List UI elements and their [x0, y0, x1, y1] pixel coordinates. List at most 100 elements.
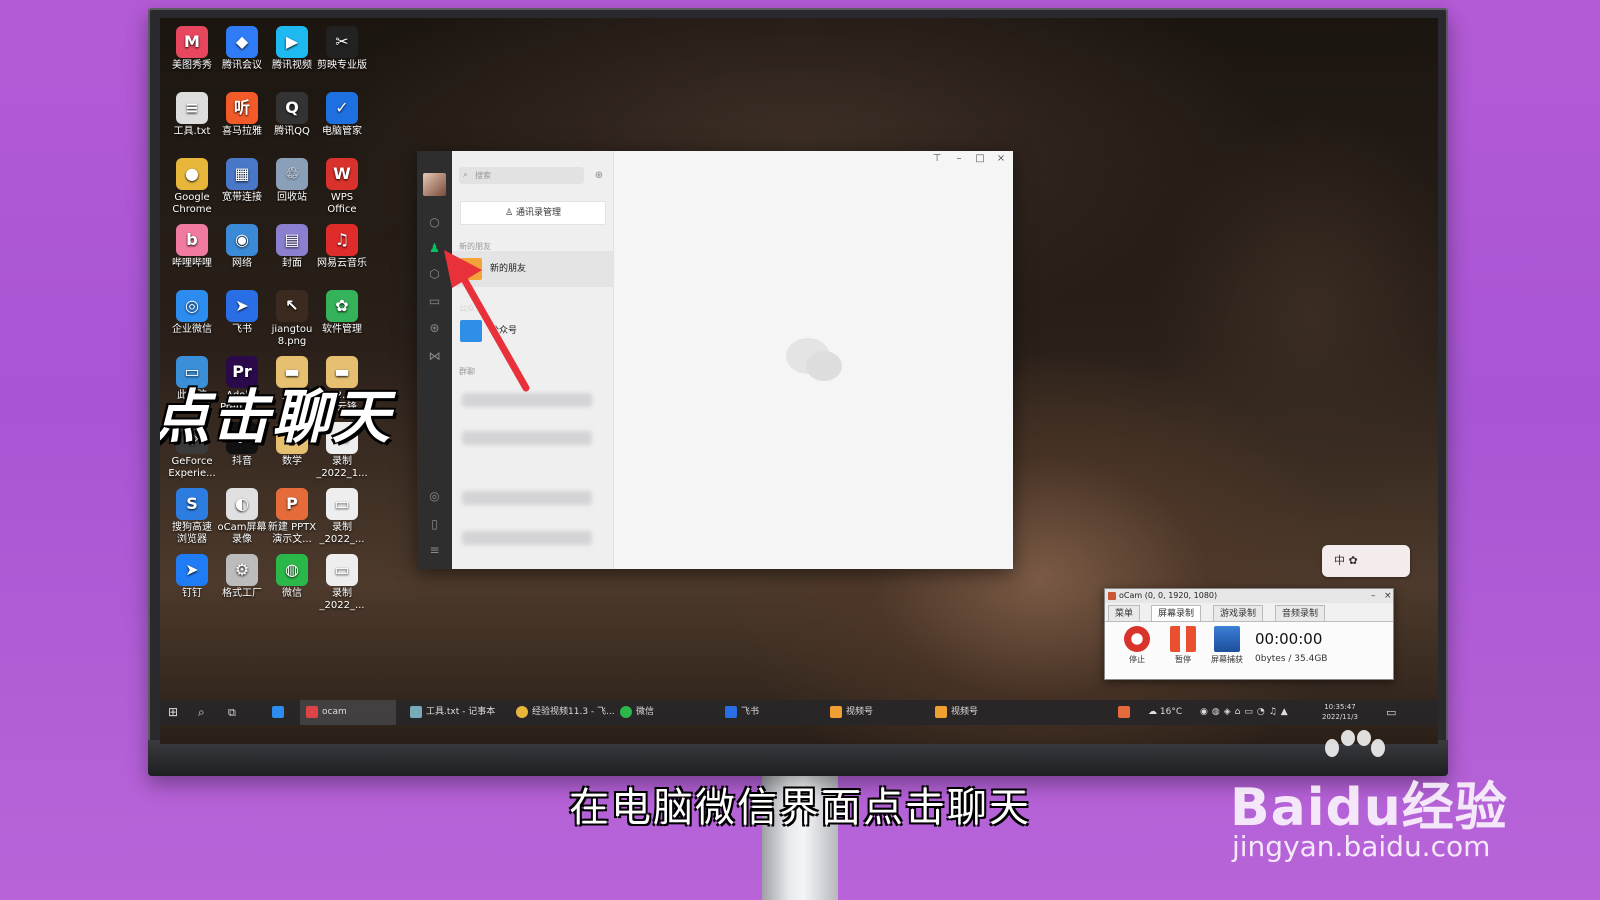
desktop-icon[interactable]: P 新建 PPTX 演示文... — [266, 488, 318, 546]
taskbar: ⊞ ⌕ ⧉ ocam 工具.txt - 记事本 经验视频11.3 - 飞... … — [160, 700, 1438, 725]
desktop-icon[interactable]: Q 腾讯QQ — [266, 92, 318, 138]
close-icon[interactable]: × — [992, 153, 1010, 164]
search-icon[interactable]: ⌕ — [198, 700, 205, 725]
channels-icon — [935, 705, 947, 718]
desktop-icon[interactable]: W WPS Office — [316, 158, 368, 216]
desktop-icon-label: 网易云音乐 — [317, 258, 367, 269]
search-input[interactable]: ⌕ 搜索 — [459, 167, 584, 184]
tab-audio-record[interactable]: 音频录制 — [1275, 605, 1326, 621]
desktop-icon-label: 腾讯QQ — [274, 126, 310, 137]
desktop-icon-label: 微信 — [282, 588, 302, 599]
desktop-icon[interactable]: ➤ 钉钉 — [166, 554, 218, 600]
desktop-icon-label: 回收站 — [277, 192, 307, 203]
desktop-icon[interactable]: b 哔哩哔哩 — [166, 224, 218, 270]
windows-start-icon[interactable]: ⊞ — [168, 700, 178, 725]
desktop-icon[interactable]: ▭ 录制 _2022_... — [316, 488, 368, 546]
desktop-icon[interactable]: ▭ 录制 _2022_... — [316, 554, 368, 612]
pin-icon[interactable]: ⊤ — [928, 153, 946, 164]
record-timer: 00:00:00 — [1255, 630, 1323, 648]
menu-icon[interactable]: ≡ — [427, 543, 442, 558]
app-icon: ▭ — [326, 488, 358, 520]
close-icon[interactable]: × — [1384, 589, 1392, 603]
capture-button[interactable]: 屏幕捕获 — [1207, 626, 1247, 665]
taskbar-item-notepad[interactable]: 工具.txt - 记事本 — [410, 700, 495, 725]
list-item[interactable] — [462, 491, 592, 505]
ocam-floating-badge[interactable]: 中 ✿ — [1322, 545, 1410, 577]
ime-label: 中 — [1334, 554, 1345, 567]
stop-button[interactable]: 停止 — [1117, 626, 1157, 665]
desktop-icon[interactable]: ◎ 企业微信 — [166, 290, 218, 336]
avatar[interactable] — [423, 173, 446, 196]
clock[interactable]: 10:35:47 2022/11/3 — [1322, 700, 1358, 725]
maximize-icon[interactable]: □ — [971, 153, 989, 164]
tray-app-icon[interactable] — [1118, 700, 1134, 725]
desktop-icon[interactable]: ⚙ 格式工厂 — [216, 554, 268, 600]
desktop-icon[interactable]: ≡ 工具.txt — [166, 92, 218, 138]
desktop-icon-label: 封面 — [282, 258, 302, 269]
phone-icon[interactable]: ▯ — [427, 517, 442, 532]
desktop-icon[interactable]: ➤ 飞书 — [216, 290, 268, 336]
desktop-icon[interactable]: ▶ 腾讯视频 — [266, 26, 318, 72]
app-icon: ♫ — [326, 224, 358, 256]
taskbar-label: ocam — [322, 707, 347, 717]
notepad-icon — [410, 705, 422, 718]
taskbar-item-channels[interactable]: 视频号 — [830, 700, 873, 725]
feishu-icon — [725, 705, 737, 718]
contacts-manage-button[interactable]: ♙ 通讯录管理 — [460, 201, 606, 225]
list-item[interactable] — [462, 531, 592, 545]
taskbar-item-ocam[interactable]: ocam — [300, 700, 396, 725]
taskbar-item-feishu[interactable]: 飞书 — [725, 700, 759, 725]
desktop-icon[interactable]: ◐ oCam屏幕 录像 — [216, 488, 268, 546]
app-icon: ▭ — [326, 554, 358, 586]
tab-menu[interactable]: 菜单 — [1108, 605, 1141, 621]
taskbar-item-channels-2[interactable]: 视频号 — [935, 700, 978, 725]
desktop-icon-label: 抖音 — [232, 456, 252, 467]
app-icon: ✿ — [326, 290, 358, 322]
desktop-icon[interactable]: ◆ 腾讯会议 — [216, 26, 268, 72]
desktop-icon[interactable]: ◍ 微信 — [266, 554, 318, 600]
clock-time: 10:35:47 — [1324, 703, 1356, 711]
desktop-icon[interactable]: S 搜狗高速 浏览器 — [166, 488, 218, 546]
desktop-icon[interactable]: M 美图秀秀 — [166, 26, 218, 72]
taskbar-item-chrome[interactable]: 经验视频11.3 - 飞... — [516, 700, 615, 725]
app-icon: ➤ — [226, 290, 258, 322]
ocam-titlebar: oCam (0, 0, 1920, 1080) – × — [1105, 589, 1393, 603]
desktop-icon-label: 电脑管家 — [322, 126, 362, 137]
taskbar-item-wechat[interactable]: 微信 — [620, 700, 654, 725]
desktop-icon[interactable]: ♲ 回收站 — [266, 158, 318, 204]
cloud-icon: ☁ — [1148, 707, 1160, 717]
taskbar-label: 飞书 — [741, 707, 760, 717]
ocam-tabs: 菜单 屏幕录制 游戏录制 音频录制 — [1105, 603, 1393, 621]
desktop-icon-label: 搜狗高速 浏览器 — [172, 522, 212, 545]
add-contact-icon[interactable]: ⊕ — [591, 168, 607, 183]
desktop-icon-label: 飞书 — [232, 324, 252, 335]
minimize-icon[interactable]: – — [1371, 589, 1376, 603]
weather-widget[interactable]: ☁ 16°C — [1148, 700, 1182, 725]
list-item[interactable] — [462, 431, 592, 445]
desktop-icon[interactable]: ✂ 剪映专业版 — [316, 26, 368, 72]
desktop-icon[interactable]: ✿ 软件管理 — [316, 290, 368, 336]
desktop-icon[interactable]: ♫ 网易云音乐 — [316, 224, 368, 270]
desktop-icon[interactable]: ◉ 网络 — [216, 224, 268, 270]
pause-button[interactable]: 暂停 — [1163, 626, 1203, 665]
app-icon: ◐ — [226, 488, 258, 520]
task-view-icon[interactable]: ⧉ — [228, 700, 236, 725]
stop-icon — [1124, 626, 1150, 652]
system-tray[interactable]: ◉◍◈⌂▭◔♫▲ — [1200, 700, 1292, 725]
explorer-icon[interactable] — [272, 700, 288, 725]
desktop-icon-label: 软件管理 — [322, 324, 362, 335]
desktop-icon[interactable]: ▦ 宽带连接 — [216, 158, 268, 204]
desktop-icon[interactable]: 听喜马拉雅 — [216, 92, 268, 138]
desktop-icon[interactable]: ● Google Chrome — [166, 158, 218, 216]
notification-icon[interactable]: ▭ — [1386, 700, 1396, 725]
compass-icon[interactable]: ◎ — [427, 489, 442, 504]
minimize-icon[interactable]: – — [950, 153, 968, 164]
app-icon: ↖ — [276, 290, 308, 322]
desktop-icon[interactable]: ✓ 电脑管家 — [316, 92, 368, 138]
chat-bubble-icon[interactable]: ○ — [427, 215, 442, 230]
tab-game-record[interactable]: 游戏录制 — [1213, 605, 1264, 621]
clock-date: 2022/11/3 — [1322, 713, 1358, 721]
desktop-icon[interactable]: ↖ jiangtou 8.png — [266, 290, 318, 348]
tab-screen-record[interactable]: 屏幕录制 — [1151, 605, 1202, 621]
desktop-icon[interactable]: ▤ 封面 — [266, 224, 318, 270]
